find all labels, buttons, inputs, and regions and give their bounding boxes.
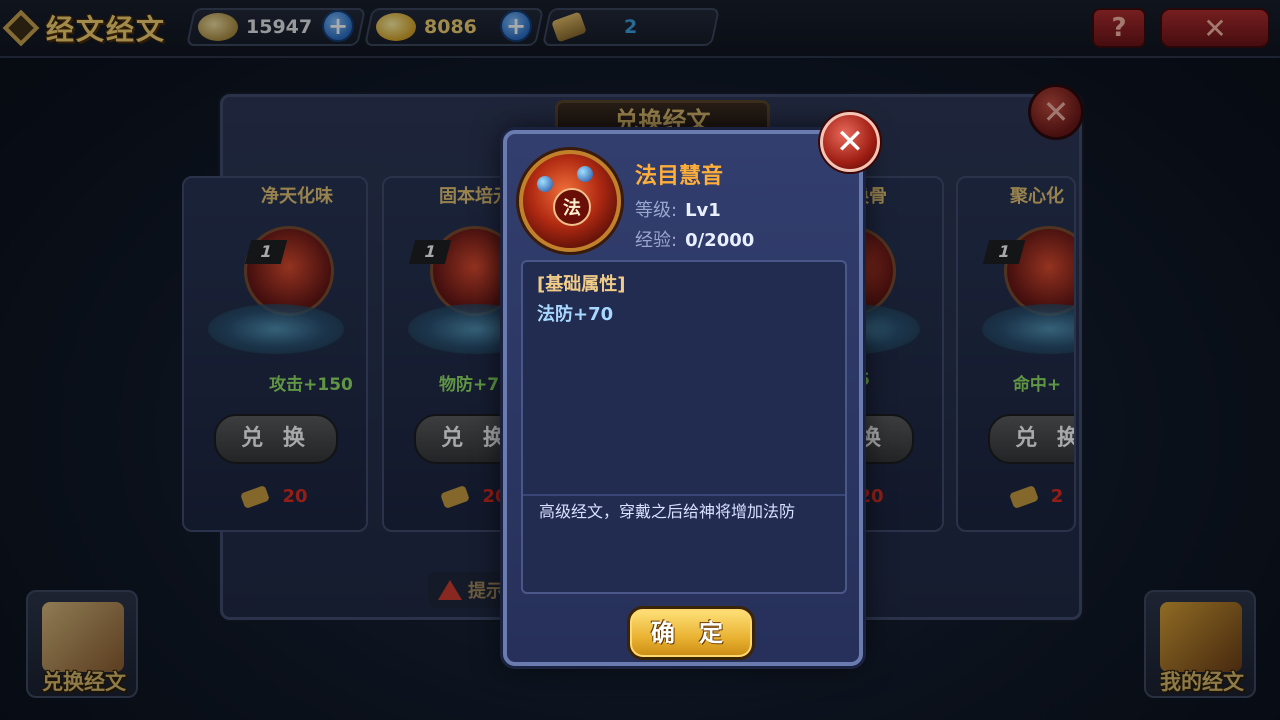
exp-label: 经验: xyxy=(635,230,678,251)
confirm-button[interactable]: 确 定 xyxy=(627,606,755,660)
scripture-scroll-icon: 法 xyxy=(519,150,621,252)
attribute-line: 法防+70 xyxy=(537,304,614,325)
scripture-glyph: 法 xyxy=(553,188,591,226)
dialog-close-button[interactable]: ✕ xyxy=(820,112,880,172)
scripture-name: 法目慧音 xyxy=(635,164,724,189)
divider xyxy=(523,494,845,496)
attribute-box: [基础属性] 法防+70 高级经文，穿戴之后给神将增加法防 xyxy=(521,260,847,594)
section-title: [基础属性] xyxy=(537,274,626,295)
scripture-detail-dialog: 法 法目慧音 等级: Lv1 经验: 0/2000 [基础属性] 法防+70 高级经… xyxy=(503,130,863,666)
level-value: Lv1 xyxy=(685,200,721,221)
exp-row: 经验: 0/2000 xyxy=(635,226,754,252)
level-label: 等级: xyxy=(635,200,678,221)
pearl-icon xyxy=(577,166,593,182)
description-text: 高级经文，穿戴之后给神将增加法防 xyxy=(539,502,796,521)
exp-value: 0/2000 xyxy=(685,230,755,251)
pearl-icon xyxy=(537,176,553,192)
level-row: 等级: Lv1 xyxy=(635,196,721,222)
